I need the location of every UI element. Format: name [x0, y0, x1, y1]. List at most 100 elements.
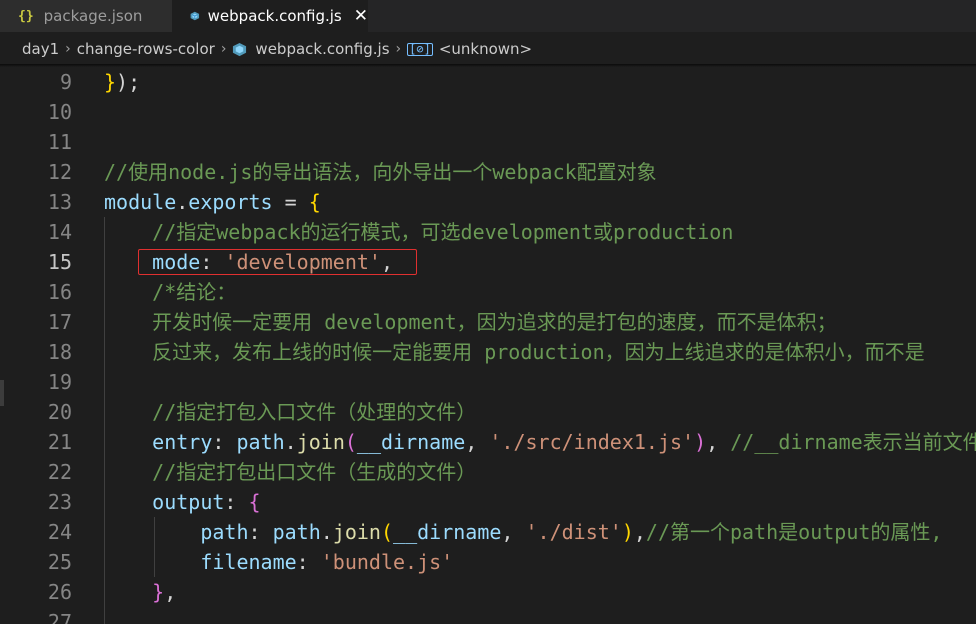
code-text: entry: path.join(__dirname, './src/index…: [104, 427, 976, 457]
code-text: });: [104, 67, 140, 97]
code-token: (: [380, 520, 394, 544]
code-line[interactable]: 15 mode: 'development',: [0, 247, 976, 277]
line-number: 26: [47, 580, 72, 604]
code-line[interactable]: 16 /*结论：: [0, 277, 976, 307]
code-token: './dist': [525, 520, 622, 544]
code-token: :: [212, 430, 237, 454]
code-token: }: [152, 580, 165, 604]
breadcrumb-item-day1[interactable]: day1: [22, 40, 59, 58]
code-token: join: [332, 520, 381, 544]
code-text: //指定webpack的运行模式，可选development或productio…: [104, 217, 733, 247]
code-token: './src/index1.js': [489, 430, 695, 454]
code-text: path: path.join(__dirname, './dist'),//第…: [104, 517, 942, 547]
code-line[interactable]: 18 反过来，发布上线的时候一定能要用 production，因为上线追求的是体…: [0, 337, 976, 367]
code-token: path: [272, 520, 321, 544]
code-token: //__dirname表示当前文件: [730, 430, 976, 454]
code-text: output: {: [104, 487, 261, 517]
code-token: 'development': [224, 250, 381, 274]
code-token: ,: [380, 250, 406, 274]
line-number: 9: [59, 70, 72, 94]
code-text: //指定打包出口文件（生成的文件）: [104, 457, 476, 487]
code-token: __dirname: [356, 430, 466, 454]
line-number: 18: [47, 340, 72, 364]
code-line[interactable]: 14 //指定webpack的运行模式，可选development或produc…: [0, 217, 976, 247]
code-token: ,: [164, 580, 177, 604]
line-number: 17: [47, 310, 72, 334]
chevron-right-icon: ›: [395, 41, 402, 57]
code-token: path: [200, 520, 249, 544]
code-line[interactable]: 19: [0, 367, 976, 397]
code-editor[interactable]: 9}); 10 11 12 //使用node.js的导出语法，向外导出一个webpack…: [0, 67, 976, 624]
code-token: {: [308, 190, 321, 214]
cube-icon: [190, 11, 200, 21]
code-line[interactable]: 27: [0, 607, 976, 624]
chevron-right-icon: ›: [220, 41, 227, 57]
code-token: exports: [188, 190, 273, 214]
code-text: /*结论：: [104, 277, 236, 307]
breadcrumb-item-file[interactable]: webpack.config.js: [255, 40, 389, 58]
code-line[interactable]: 17 开发时候一定要用 development，因为追求的是打包的速度，而不是体…: [0, 307, 976, 337]
code-token: 反过来，发布上线的时候一定能要用 production，因为上线追求的是体积小，…: [104, 340, 925, 364]
line-number: 13: [47, 190, 72, 214]
code-line[interactable]: 20 //指定打包入口文件（处理的文件）: [0, 397, 976, 427]
code-text: 反过来，发布上线的时候一定能要用 production，因为上线追求的是体积小，…: [104, 337, 925, 367]
code-token: filename: [200, 550, 297, 574]
breadcrumb-item-folder[interactable]: change-rows-color: [77, 40, 215, 58]
code-line[interactable]: 21 entry: path.join(__dirname, './src/in…: [0, 427, 976, 457]
code-token: (: [344, 430, 357, 454]
code-line[interactable]: 11: [0, 127, 976, 157]
code-line[interactable]: 26 },: [0, 577, 976, 607]
line-number: 21: [47, 430, 72, 454]
code-line[interactable]: 22 //指定打包出口文件（生成的文件）: [0, 457, 976, 487]
code-line[interactable]: 13 module.exports = {: [0, 187, 976, 217]
tab-package-json[interactable]: {} package.json: [0, 0, 172, 32]
cube-icon: [233, 42, 247, 56]
line-number: 24: [47, 520, 72, 544]
code-token: //使用node.js的导出语法，向外导出一个webpack配置对象: [104, 160, 657, 184]
line-number: 16: [47, 280, 72, 304]
scroll-marker: [0, 380, 4, 406]
code-line[interactable]: 9});: [0, 67, 976, 97]
line-number: 25: [47, 550, 72, 574]
line-number: 15: [47, 250, 72, 274]
code-token: entry: [152, 430, 213, 454]
code-token: :: [296, 550, 321, 574]
line-number: 14: [47, 220, 72, 244]
code-token: :: [248, 520, 273, 544]
code-token: join: [296, 430, 345, 454]
code-token: path: [236, 430, 285, 454]
code-line[interactable]: 23 output: {: [0, 487, 976, 517]
line-number: 10: [47, 100, 72, 124]
code-token: :: [224, 490, 249, 514]
line-number: 19: [47, 370, 72, 394]
line-number: 12: [47, 160, 72, 184]
code-line[interactable]: 10: [0, 97, 976, 127]
code-line[interactable]: 24 path: path.join(__dirname, './dist'),…: [0, 517, 976, 547]
code-text: filename: 'bundle.js': [104, 547, 453, 577]
code-line[interactable]: 12 //使用node.js的导出语法，向外导出一个webpack配置对象: [0, 157, 976, 187]
json-file-icon: {}: [18, 8, 34, 24]
tab-webpack-config[interactable]: webpack.config.js ✕: [172, 0, 368, 32]
code-token: output: [152, 490, 225, 514]
line-number: 22: [47, 460, 72, 484]
close-icon[interactable]: ✕: [354, 6, 368, 26]
line-number: 11: [47, 130, 72, 154]
code-token: .: [284, 430, 297, 454]
breadcrumb-item-symbol[interactable]: <unknown>: [439, 40, 532, 58]
code-token: .: [320, 520, 333, 544]
code-text: module.exports = {: [104, 187, 321, 217]
code-token: =: [272, 190, 309, 214]
code-line[interactable]: 25 filename: 'bundle.js': [0, 547, 976, 577]
code-token: {: [248, 490, 261, 514]
tab-label: webpack.config.js: [207, 7, 342, 25]
code-text: //指定打包入口文件（处理的文件）: [104, 397, 476, 427]
code-text: },: [104, 577, 176, 607]
code-token: 'bundle.js': [320, 550, 454, 574]
code-token: module: [104, 190, 177, 214]
code-token: //指定打包出口文件（生成的文件）: [104, 460, 477, 484]
